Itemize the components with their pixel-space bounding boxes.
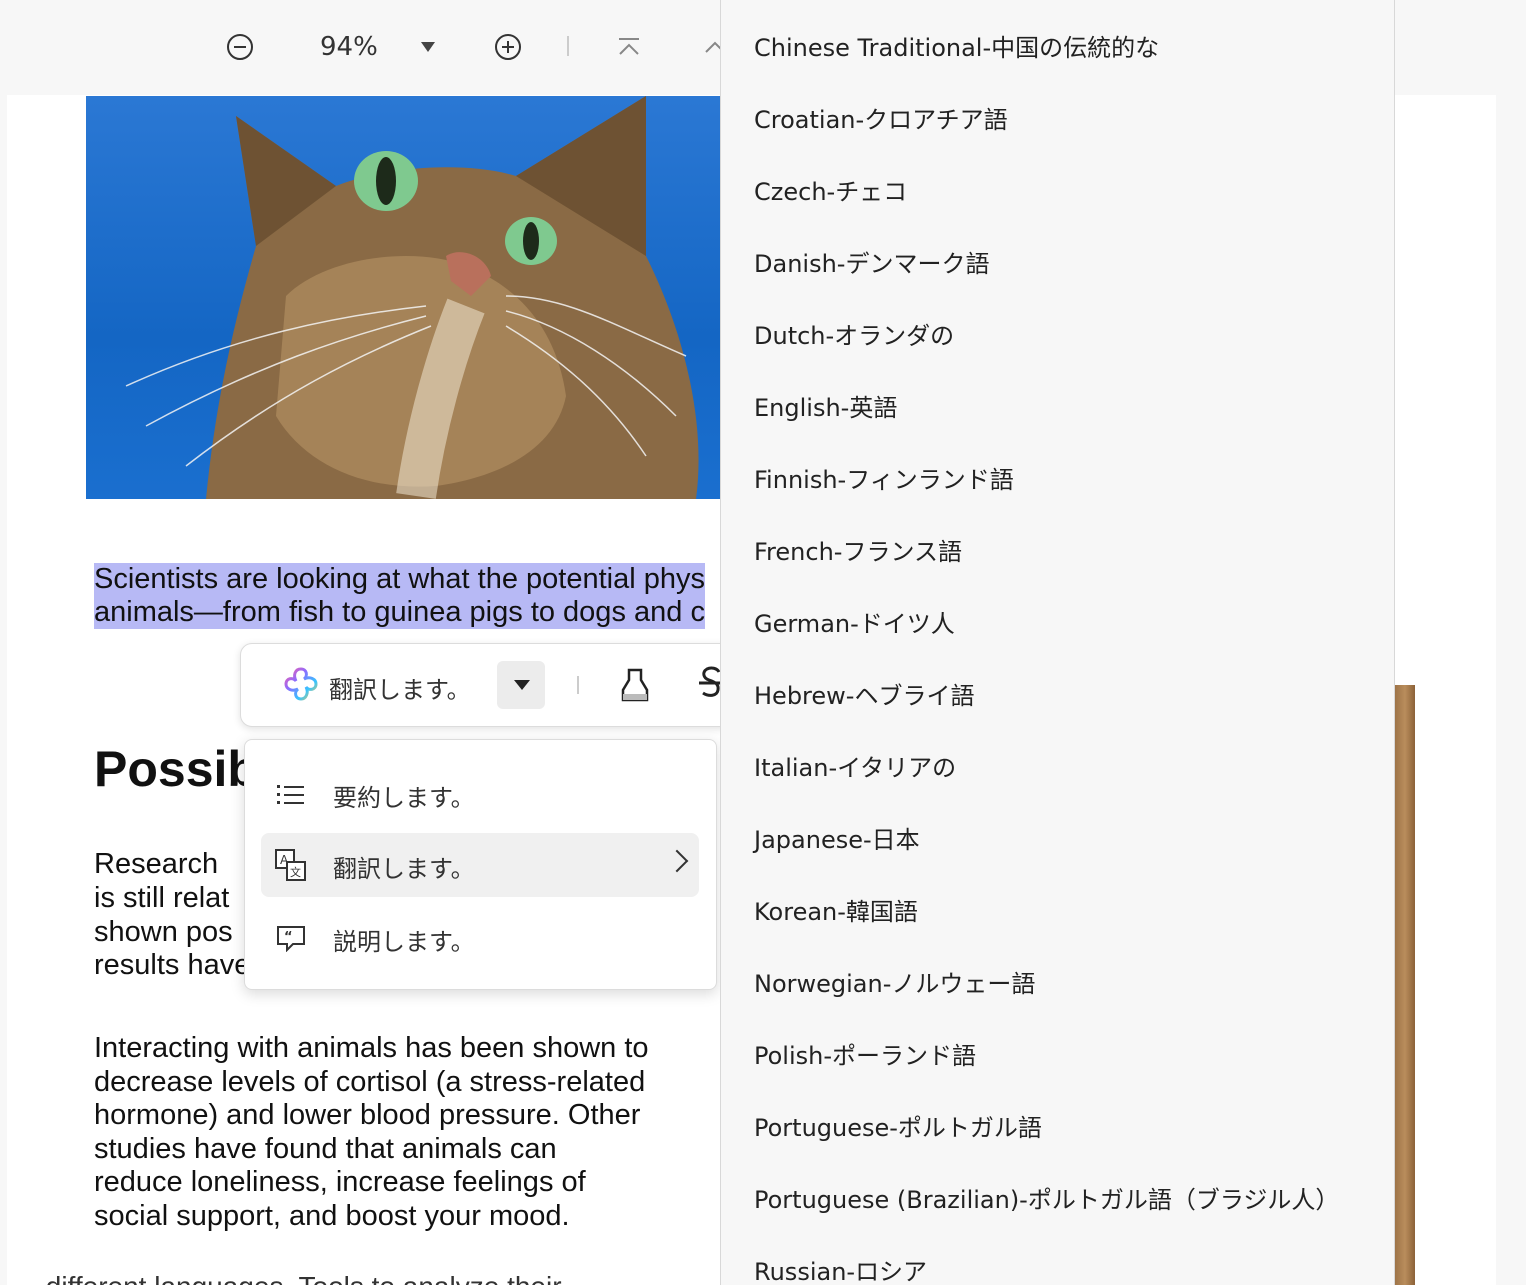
menu-item-label: 説明します。: [333, 928, 475, 956]
svg-text:“: “: [284, 930, 293, 945]
text-line: studies have found that animals can: [94, 1133, 557, 1165]
menu-item-explain[interactable]: “ 説明します。: [261, 906, 699, 970]
text-line: results have: [94, 949, 251, 981]
text-line: social support, and boost your mood.: [94, 1200, 570, 1232]
svg-text:文: 文: [290, 865, 301, 879]
language-option[interactable]: Korean-韓国語: [754, 892, 918, 927]
language-option[interactable]: French-フランス語: [754, 532, 962, 567]
zoom-in-icon[interactable]: [493, 32, 523, 62]
zoom-out-icon[interactable]: [225, 32, 255, 62]
selected-text-line[interactable]: Scientists are looking at what the poten…: [94, 563, 705, 596]
language-option[interactable]: Danish-デンマーク語: [754, 244, 989, 279]
text-line: hormone) and lower blood pressure. Other: [94, 1099, 641, 1131]
language-option[interactable]: English-英語: [754, 388, 897, 423]
dropdown-icon[interactable]: [497, 661, 545, 709]
language-option[interactable]: Portuguese (Brazilian)-ポルトガル語（ブラジル人）: [754, 1180, 1339, 1215]
language-option[interactable]: Norwegian-ノルウェー語: [754, 964, 1035, 999]
language-option[interactable]: Polish-ポーランド語: [754, 1036, 976, 1071]
toolbar-divider: [567, 36, 569, 56]
language-option[interactable]: Russian-ロシア: [754, 1252, 927, 1285]
language-option[interactable]: Czech-チェコ: [754, 172, 907, 207]
ai-logo-icon[interactable]: [283, 666, 319, 702]
list-icon: [275, 780, 307, 808]
highlighter-icon[interactable]: [619, 666, 653, 706]
language-option[interactable]: Croatian-クロアチア語: [754, 100, 1008, 135]
menu-item-label: 要約します。: [333, 784, 475, 812]
language-option[interactable]: Finnish-フィンランド語: [754, 460, 1014, 495]
explain-icon: “: [275, 924, 307, 953]
text-line: Interacting with animals has been shown …: [94, 1032, 649, 1064]
translate-icon: A文: [275, 849, 307, 883]
zoom-dropdown-icon[interactable]: [421, 42, 435, 52]
menu-item-label: 翻訳します。: [333, 855, 475, 883]
text-line: shown pos: [94, 916, 233, 948]
toolbar-divider: [577, 676, 579, 694]
clipped-text-line: … different languages. Tools to analyze …: [10, 1272, 710, 1285]
language-option[interactable]: German-ドイツ人: [754, 604, 955, 639]
section-heading: Possib: [94, 741, 258, 797]
ai-quick-toolbar: 翻訳します。: [240, 643, 732, 727]
cat-photo: [86, 96, 720, 499]
translate-action-label[interactable]: 翻訳します。: [329, 670, 471, 705]
selected-text-line[interactable]: animals—from fish to guinea pigs to dogs…: [94, 596, 705, 629]
language-option[interactable]: Portuguese-ポルトガル語: [754, 1108, 1042, 1143]
chevron-right-icon: [665, 849, 689, 873]
text-line: decrease levels of cortisol (a stress-re…: [94, 1066, 646, 1098]
language-option[interactable]: Dutch-オランダの: [754, 316, 954, 351]
language-option[interactable]: Chinese Traditional-中国の伝統的な: [754, 28, 1159, 63]
language-option[interactable]: Japanese-日本: [754, 820, 920, 855]
menu-item-summarize[interactable]: 要約します。: [261, 762, 699, 826]
language-list-panel: Chinese Traditional-中国の伝統的な Croatian-クロア…: [720, 0, 1395, 1285]
menu-item-translate[interactable]: A文 翻訳します。: [261, 833, 699, 897]
text-line: reduce loneliness, increase feelings of: [94, 1166, 586, 1198]
side-image-edge: [1395, 685, 1415, 1285]
language-option[interactable]: Italian-イタリアの: [754, 748, 956, 783]
zoom-level[interactable]: 94%: [320, 32, 378, 62]
language-option[interactable]: Hebrew-ヘブライ語: [754, 676, 974, 711]
text-line: Research: [94, 848, 219, 880]
ai-action-menu: 要約します。 A文 翻訳します。 “ 説明します。: [244, 739, 717, 990]
first-page-icon[interactable]: [614, 32, 644, 62]
text-line: is still relat: [94, 882, 230, 914]
